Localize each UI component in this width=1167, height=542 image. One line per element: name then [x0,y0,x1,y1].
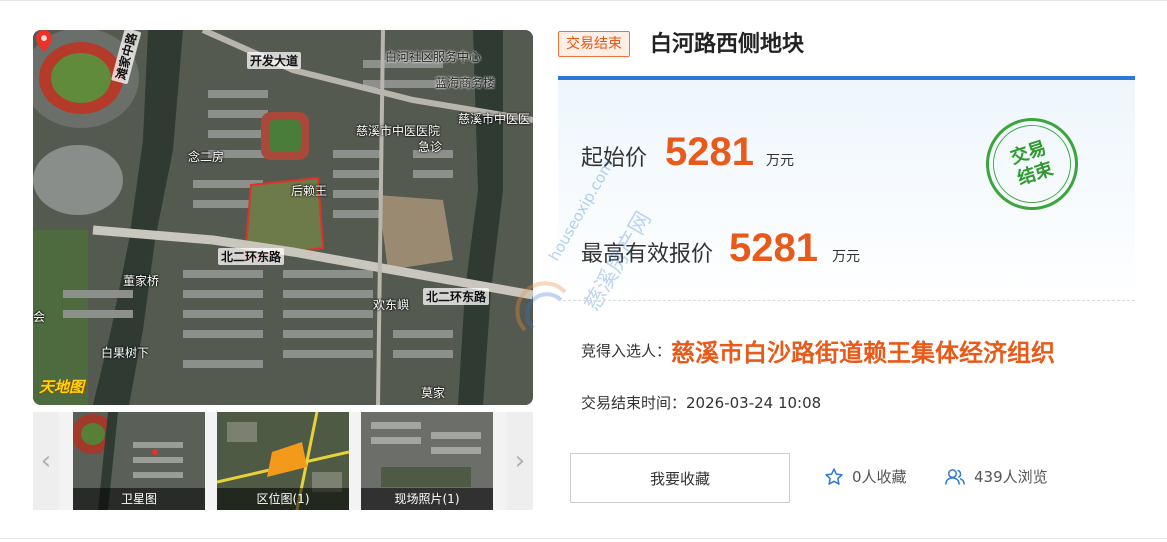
map-provider-logo: 天地图 [39,378,85,396]
users-icon [945,468,965,485]
thumb-photo-caption: 现场照片(1) [361,488,493,510]
satellite-map[interactable]: 开发大道 白河社区服务中心 蓝海商务楼 慈溪市中医医院 慈溪市中医医 急诊 念二… [33,30,533,405]
top-divider [0,0,1167,1]
next-arrow-icon[interactable]: › [507,412,533,510]
map-label-business: 蓝海商务楼 [435,76,496,90]
views-count: 439人浏览 [974,468,1048,486]
map-label-mojia: 莫家 [421,386,446,400]
map-label-houlaiwang: 后赖王 [291,184,328,198]
thumbnail-strip: ‹ 卫星图 区位图(1) 现场照片(1) › [33,412,533,510]
end-time-row: 交易结束时间：2026-03-24 10:08 [581,392,821,413]
location-pin-icon [35,30,53,52]
winner-row: 竞得入选人： 慈溪市白沙路街道赖王集体经济组织 [581,333,1055,368]
thumb-satellite[interactable]: 卫星图 [73,412,205,510]
thumb-location[interactable]: 区位图(1) [217,412,349,510]
winner-label: 竞得入选人： [581,342,672,360]
start-price-label: 起始价 [581,146,648,171]
map-label-nianer: 念二房 [188,150,225,164]
prev-arrow-icon[interactable]: ‹ [33,412,59,510]
highest-price-unit: 万元 [832,249,860,265]
map-label-hospital-east: 慈溪市中医医 [458,112,531,126]
price-divider [558,300,1135,301]
start-price-unit: 万元 [766,153,794,169]
favorites-count: 0人收藏 [852,468,907,486]
start-price-value: 5281 [665,130,754,174]
map-label-hui: 会 [33,310,46,324]
map-label-beier-east: 北二环东路 [423,288,490,305]
status-badge: 交易结束 [558,31,630,57]
winner-value: 慈溪市白沙路街道赖王集体经济组织 [671,339,1056,367]
highest-price-value: 5281 [729,226,818,270]
map-label-community: 白河社区服务中心 [385,50,482,64]
map-label-hospital: 慈溪市中医医院 [356,124,441,138]
bottom-divider [0,538,1167,539]
map-label-beier-west: 北二环东路 [218,248,285,265]
map-label-dongjia: 董家桥 [123,274,160,288]
map-label-huandong: 欢东嶼 [373,298,410,312]
highest-price-label: 最高有效报价 [581,242,714,267]
map-label-kaifa-road: 开发大道 [247,52,302,69]
favorites-stat: 0人收藏 [824,466,907,487]
thumb-location-caption: 区位图(1) [217,488,349,510]
end-time-label: 交易结束时间： [581,394,687,412]
thumb-satellite-caption: 卫星图 [73,488,205,510]
end-time-value: 2026-03-24 10:08 [686,394,822,412]
favorite-button[interactable]: 我要收藏 [570,453,790,503]
views-stat: 439人浏览 [944,466,1048,487]
map-label-emergency: 急诊 [418,140,443,154]
page-title: 白河路西侧地块 [650,32,805,57]
start-price-row: 起始价 5281 万元 [581,130,794,175]
map-label-baiguo: 白果树下 [101,346,150,360]
thumb-photo[interactable]: 现场照片(1) [361,412,493,510]
highest-price-row: 最高有效报价 5281 万元 [581,226,860,271]
star-icon [825,467,843,485]
